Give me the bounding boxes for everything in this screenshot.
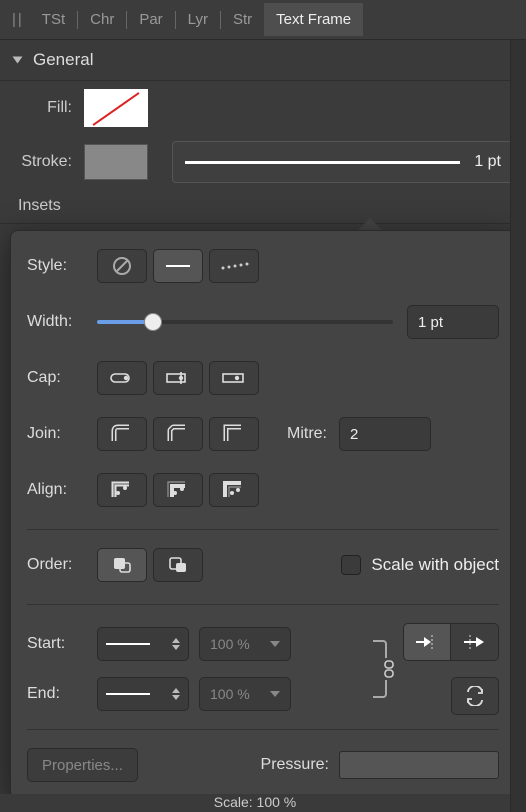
bracket-top-icon bbox=[373, 640, 387, 658]
tab-overflow-left[interactable]: || bbox=[6, 11, 30, 28]
arrow-place-past-button[interactable] bbox=[451, 623, 499, 661]
align-outside-button[interactable] bbox=[209, 473, 259, 507]
stroke-width-value: 1 pt bbox=[474, 153, 501, 171]
arrow-to-line-icon bbox=[414, 633, 440, 651]
dashed-line-icon bbox=[219, 261, 249, 271]
stepper-up-icon bbox=[172, 688, 180, 693]
start-arrowhead-select[interactable] bbox=[97, 627, 189, 661]
end-label: End: bbox=[27, 685, 97, 703]
fill-swatch[interactable] bbox=[84, 89, 148, 127]
join-mitre-icon bbox=[221, 423, 247, 445]
fill-label: Fill: bbox=[12, 99, 84, 117]
stroke-width-preview[interactable]: 1 pt bbox=[172, 141, 514, 183]
width-slider[interactable] bbox=[97, 320, 393, 324]
cap-butt-icon bbox=[164, 369, 192, 387]
align-center-button[interactable] bbox=[97, 473, 147, 507]
tab-str[interactable]: Str bbox=[221, 3, 264, 36]
link-sizes-toggle[interactable] bbox=[369, 638, 391, 700]
order-behind-button[interactable] bbox=[97, 548, 147, 582]
divider bbox=[27, 729, 499, 730]
stroke-swatch[interactable] bbox=[84, 144, 148, 180]
join-mitre-button[interactable] bbox=[209, 417, 259, 451]
mitre-label: Mitre: bbox=[287, 425, 327, 443]
end-size-select[interactable]: 100 % bbox=[199, 677, 291, 711]
style-label: Style: bbox=[27, 257, 97, 275]
chain-link-icon bbox=[382, 660, 396, 678]
join-round-icon bbox=[109, 423, 135, 445]
end-size-value: 100 % bbox=[210, 686, 250, 702]
pressure-curve-preview[interactable] bbox=[339, 751, 499, 779]
width-value-input[interactable]: 1 pt bbox=[407, 305, 499, 339]
style-none-button[interactable] bbox=[97, 249, 147, 283]
stroke-preview-line-icon bbox=[185, 161, 460, 164]
stepper-up-icon bbox=[172, 638, 180, 643]
width-label: Width: bbox=[27, 313, 97, 331]
order-behind-icon bbox=[111, 555, 133, 575]
scrollbar[interactable] bbox=[510, 40, 526, 812]
solid-line-icon bbox=[164, 261, 192, 271]
tab-tst[interactable]: TSt bbox=[30, 3, 77, 36]
properties-button[interactable]: Properties... bbox=[27, 748, 138, 782]
end-arrowhead-select[interactable] bbox=[97, 677, 189, 711]
slider-thumb-icon[interactable] bbox=[144, 313, 162, 331]
swap-arrows-button[interactable] bbox=[451, 677, 499, 715]
align-inside-icon bbox=[165, 479, 191, 501]
line-icon bbox=[106, 643, 150, 645]
order-front-icon bbox=[167, 555, 189, 575]
stepper-down-icon bbox=[172, 645, 180, 650]
footer-scale-readout: Scale: 100 % bbox=[0, 794, 510, 812]
align-label: Align: bbox=[27, 481, 97, 499]
insets-label: Insets bbox=[12, 197, 514, 215]
cap-label: Cap: bbox=[27, 369, 97, 387]
disclosure-triangle-icon bbox=[13, 57, 23, 64]
scale-with-object-checkbox[interactable] bbox=[341, 555, 361, 575]
scale-with-object-label: Scale with object bbox=[371, 555, 499, 575]
align-inside-button[interactable] bbox=[153, 473, 203, 507]
divider bbox=[27, 529, 499, 530]
tab-text-frame[interactable]: Text Frame bbox=[264, 3, 363, 36]
dropdown-triangle-icon bbox=[270, 691, 280, 697]
cap-round-button[interactable] bbox=[97, 361, 147, 395]
start-size-value: 100 % bbox=[210, 636, 250, 652]
sync-icon bbox=[463, 686, 487, 706]
cap-round-icon bbox=[108, 369, 136, 387]
divider bbox=[27, 604, 499, 605]
tab-par[interactable]: Par bbox=[127, 3, 174, 36]
dropdown-triangle-icon bbox=[270, 641, 280, 647]
general-panel: Fill: Stroke: 1 pt Insets bbox=[0, 80, 526, 224]
tab-chr[interactable]: Chr bbox=[78, 3, 126, 36]
general-section-title: General bbox=[33, 50, 93, 70]
stepper-down-icon bbox=[172, 695, 180, 700]
join-label: Join: bbox=[27, 425, 97, 443]
tab-bar: || TSt Chr Par Lyr Str Text Frame bbox=[0, 0, 526, 40]
tab-lyr[interactable]: Lyr bbox=[176, 3, 220, 36]
bracket-bottom-icon bbox=[373, 680, 387, 698]
align-center-icon bbox=[109, 479, 135, 501]
align-outside-icon bbox=[221, 479, 247, 501]
order-label: Order: bbox=[27, 556, 97, 574]
arrow-placement-segmented bbox=[403, 623, 499, 661]
pressure-label: Pressure: bbox=[261, 756, 329, 774]
join-bevel-button[interactable] bbox=[153, 417, 203, 451]
cap-square-icon bbox=[220, 369, 248, 387]
cap-butt-button[interactable] bbox=[153, 361, 203, 395]
stroke-popover: Style: Width: 1 bbox=[10, 230, 516, 799]
start-label: Start: bbox=[27, 635, 97, 653]
arrow-place-end-button[interactable] bbox=[403, 623, 451, 661]
mitre-value-input[interactable]: 2 bbox=[339, 417, 431, 451]
no-stroke-icon bbox=[111, 255, 133, 277]
cap-square-button[interactable] bbox=[209, 361, 259, 395]
stroke-label: Stroke: bbox=[12, 153, 84, 171]
start-size-select[interactable]: 100 % bbox=[199, 627, 291, 661]
style-solid-button[interactable] bbox=[153, 249, 203, 283]
join-round-button[interactable] bbox=[97, 417, 147, 451]
general-section-header[interactable]: General bbox=[0, 40, 526, 80]
order-front-button[interactable] bbox=[153, 548, 203, 582]
style-dash-button[interactable] bbox=[209, 249, 259, 283]
line-icon bbox=[106, 693, 150, 695]
join-bevel-icon bbox=[165, 423, 191, 445]
arrow-past-line-icon bbox=[462, 633, 488, 651]
